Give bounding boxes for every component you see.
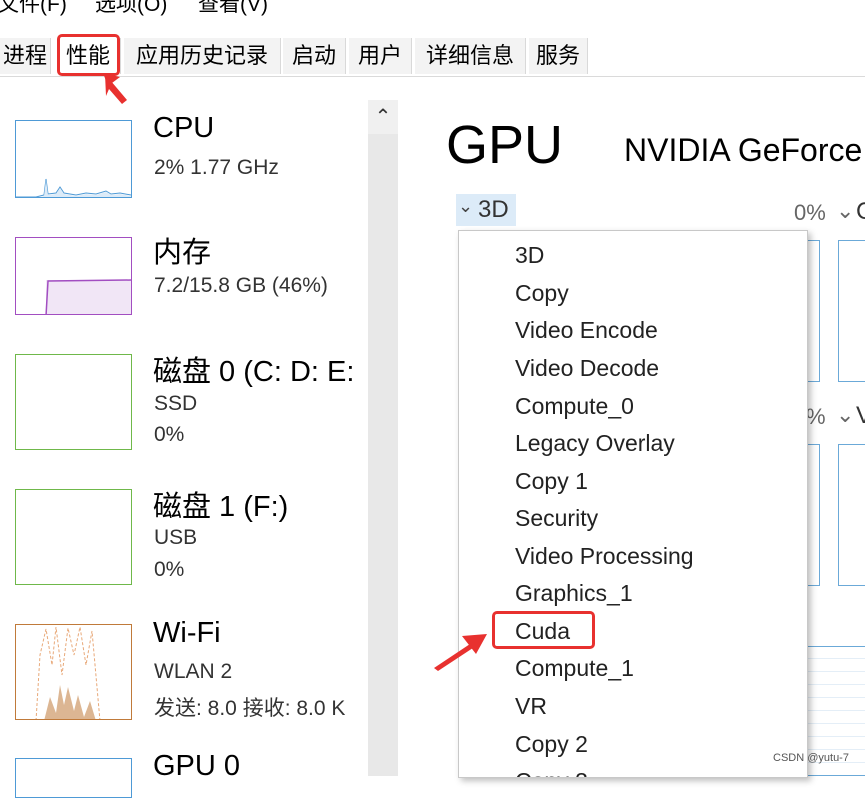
sidebar-gpu-title: GPU 0 xyxy=(153,750,241,782)
dropdown-item[interactable]: Copy 2 xyxy=(515,731,588,758)
cpu-usage-graph xyxy=(16,178,131,197)
scroll-up-icon[interactable]: ⌃ xyxy=(368,100,398,134)
dropdown-item[interactable]: Security xyxy=(515,505,598,532)
engine-usage-percent-2: % xyxy=(806,404,826,429)
dropdown-item[interactable]: Legacy Overlay xyxy=(515,430,675,457)
watermark: CSDN @yutu-7 xyxy=(773,752,849,764)
sidebar-scrollbar[interactable] xyxy=(368,100,398,776)
dropdown-item[interactable]: Compute_0 xyxy=(515,393,634,420)
engine-select-4-label[interactable]: V xyxy=(856,402,865,430)
dropdown-item[interactable]: Video Encode xyxy=(515,317,658,344)
sidebar-disk1-type: USB xyxy=(154,526,198,549)
wifi-throughput-graph xyxy=(35,626,101,719)
menu-options[interactable]: 选项(O) xyxy=(95,0,167,16)
engine-usage-percent: 0% xyxy=(794,200,826,225)
tab-app-history[interactable]: 应用历史记录 xyxy=(124,38,281,74)
sidebar-disk0-title: 磁盘 0 (C: D: E: xyxy=(153,356,355,388)
wifi-thumbnail[interactable] xyxy=(15,624,132,720)
sidebar-memory-usage: 7.2/15.8 GB (46%) xyxy=(154,274,328,297)
engine-select-2-label[interactable]: C xyxy=(856,198,865,226)
engine-select-value: 3D xyxy=(478,196,509,223)
dropdown-item[interactable]: VR xyxy=(515,693,547,720)
annotation-arrow-tab xyxy=(103,73,127,104)
tab-services[interactable]: 服务 xyxy=(529,38,588,74)
engine-select[interactable]: ⌄ 3D xyxy=(456,194,516,226)
annotation-arrow-cuda xyxy=(434,634,487,671)
sidebar-disk1-title: 磁盘 1 (F:) xyxy=(153,491,289,523)
engine-select-2-chevron-icon[interactable]: ⌄ xyxy=(836,198,854,224)
sidebar-wifi-adapter: WLAN 2 xyxy=(154,660,233,683)
dropdown-item[interactable]: 3D xyxy=(515,242,544,269)
sidebar-wifi-rate: 发送: 8.0 接收: 8.0 K xyxy=(154,697,346,720)
disk0-thumbnail[interactable] xyxy=(15,354,132,450)
sidebar-disk0-type: SSD xyxy=(154,392,198,415)
tab-highlight-box xyxy=(57,34,120,76)
menu-file[interactable]: 文件(F) xyxy=(0,0,67,16)
dropdown-item[interactable]: Graphics_1 xyxy=(515,580,633,607)
tab-details[interactable]: 详细信息 xyxy=(415,38,526,74)
sidebar-wifi-title: Wi-Fi xyxy=(153,617,221,649)
page-title: GPU xyxy=(446,115,564,175)
dropdown-item[interactable]: Copy 1 xyxy=(515,468,588,495)
dropdown-item[interactable]: Copy 3 xyxy=(515,768,588,777)
gpu-model-name: NVIDIA GeForce xyxy=(624,132,863,168)
sidebar-disk1-usage: 0% xyxy=(154,558,185,581)
cpu-thumbnail[interactable] xyxy=(15,120,132,198)
menu-view[interactable]: 查看(V) xyxy=(198,0,268,16)
cuda-highlight-box xyxy=(492,611,595,649)
engine-dropdown-list: 3D Copy Video Encode Video Decode Comput… xyxy=(458,230,808,778)
dropdown-item[interactable]: Video Processing xyxy=(515,543,694,570)
disk1-thumbnail[interactable] xyxy=(15,489,132,585)
memory-usage-graph xyxy=(45,279,131,314)
tab-processes[interactable]: 进程 xyxy=(0,38,51,74)
dropdown-item[interactable]: Copy xyxy=(515,280,569,307)
engine-graph-4 xyxy=(838,444,865,586)
memory-thumbnail[interactable] xyxy=(15,237,132,315)
chevron-down-icon: ⌄ xyxy=(458,196,474,216)
dropdown-item[interactable]: Compute_1 xyxy=(515,655,634,682)
sidebar-cpu-usage: 2% 1.77 GHz xyxy=(154,156,279,179)
engine-select-4-chevron-icon[interactable]: ⌄ xyxy=(836,402,854,428)
tab-users[interactable]: 用户 xyxy=(349,38,412,74)
dropdown-item[interactable]: Video Decode xyxy=(515,355,659,382)
sidebar-memory-title: 内存 xyxy=(153,237,212,269)
sidebar-cpu-title: CPU xyxy=(153,112,215,144)
tab-startup[interactable]: 启动 xyxy=(283,38,346,74)
engine-graph-2 xyxy=(838,240,865,382)
menu-bar: 文件(F) 选项(O) 查看(V) xyxy=(0,0,865,22)
sidebar-disk0-usage: 0% xyxy=(154,423,185,446)
gpu-thumbnail[interactable] xyxy=(15,758,132,798)
